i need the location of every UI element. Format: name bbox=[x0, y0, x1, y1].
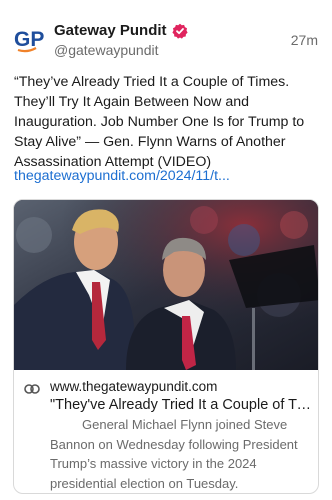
preview-title[interactable]: "They've Already Tried It a Couple of Ti… bbox=[50, 397, 312, 413]
avatar-letters: GP bbox=[14, 28, 44, 51]
post-link[interactable]: thegatewaypundit.com/2024/11/t... bbox=[14, 166, 322, 186]
link-preview-card[interactable]: www.thegatewaypundit.com "They've Alread… bbox=[13, 199, 319, 494]
gateway-pundit-logo: GP bbox=[14, 28, 44, 53]
post[interactable]: GP Gateway Pundit @gatewaypundit 27m “Th… bbox=[0, 0, 332, 500]
post-header: GP Gateway Pundit @gatewaypundit 27m bbox=[14, 18, 318, 66]
author-handle[interactable]: @gatewaypundit bbox=[54, 42, 188, 58]
preview-image[interactable] bbox=[14, 200, 318, 370]
post-timestamp[interactable]: 27m bbox=[291, 32, 318, 48]
avatar[interactable]: GP bbox=[14, 24, 44, 54]
author-block: Gateway Pundit @gatewaypundit bbox=[54, 22, 188, 58]
link-icon bbox=[24, 382, 40, 394]
author-name[interactable]: Gateway Pundit bbox=[54, 22, 167, 39]
preview-info[interactable]: www.thegatewaypundit.com "They've Alread… bbox=[14, 370, 318, 493]
preview-photo bbox=[14, 200, 318, 370]
verified-badge-icon bbox=[171, 23, 188, 39]
preview-domain: www.thegatewaypundit.com bbox=[50, 379, 218, 394]
post-text: “They’ve Already Tried It a Couple of Ti… bbox=[14, 74, 305, 170]
preview-description: General Michael Flynn joined Steve Banno… bbox=[50, 417, 298, 491]
